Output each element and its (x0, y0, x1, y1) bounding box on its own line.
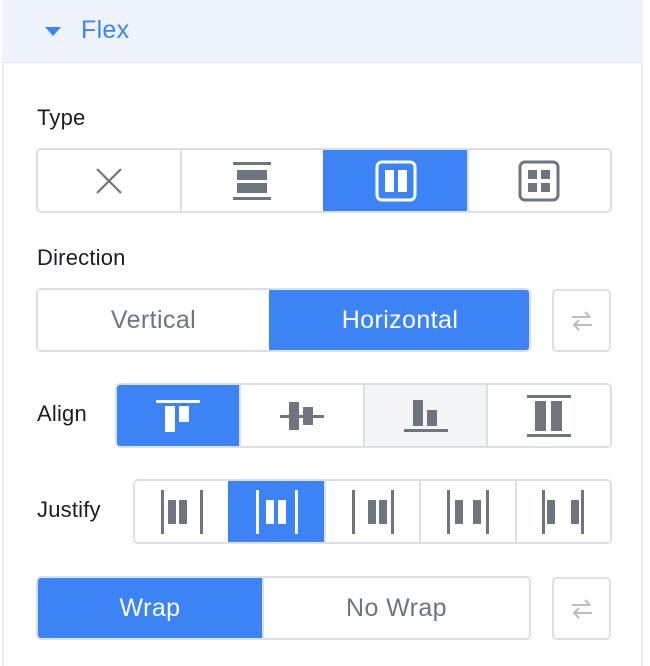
align-end-icon (403, 399, 448, 432)
direction-label: Direction (37, 245, 126, 270)
type-flex-button[interactable] (323, 150, 467, 211)
type-stack-button[interactable] (179, 150, 323, 211)
justify-start-button[interactable] (135, 481, 229, 542)
type-none-button[interactable] (38, 150, 180, 211)
align-label: Align (37, 401, 87, 426)
stack-rows-icon (233, 161, 272, 200)
align-end-button[interactable] (362, 385, 487, 446)
flex-columns-icon (375, 160, 417, 201)
wrap-button[interactable]: Wrap (38, 578, 262, 638)
no-wrap-button[interactable]: No Wrap (262, 578, 529, 638)
type-grid-button[interactable] (466, 150, 610, 211)
direction-horizontal-button[interactable]: Horizontal (269, 290, 529, 350)
type-segmented-control (36, 148, 612, 213)
justify-center-button[interactable] (228, 481, 324, 542)
swap-arrows-icon (571, 310, 592, 331)
align-stretch-icon (527, 394, 572, 437)
justify-center-icon (256, 489, 299, 534)
justify-label: Justify (37, 497, 101, 522)
swap-arrows-icon (571, 598, 592, 619)
justify-space-between-icon (446, 489, 489, 534)
justify-end-button[interactable] (323, 481, 420, 542)
justify-space-around-icon (542, 489, 585, 534)
align-start-icon (156, 399, 200, 432)
caret-down-icon[interactable] (45, 27, 61, 36)
align-segmented-control (115, 383, 612, 448)
align-stretch-button[interactable] (486, 385, 610, 446)
section-title: Flex (81, 16, 130, 44)
grid-icon (518, 160, 560, 201)
justify-end-icon (351, 489, 394, 534)
wrap-segmented-control: Wrap No Wrap (36, 576, 531, 640)
flex-section-header[interactable]: Flex (2, 0, 643, 63)
justify-space-between-button[interactable] (419, 481, 515, 542)
x-icon (95, 167, 122, 194)
align-center-icon (279, 401, 324, 430)
justify-start-icon (160, 489, 203, 534)
align-center-button[interactable] (239, 385, 363, 446)
direction-segmented-control: Vertical Horizontal (36, 288, 531, 352)
direction-reverse-button[interactable] (552, 289, 611, 352)
justify-segmented-control (133, 479, 612, 544)
direction-vertical-button[interactable]: Vertical (38, 290, 269, 350)
justify-space-around-button[interactable] (514, 481, 610, 542)
type-label: Type (37, 105, 86, 130)
align-start-button[interactable] (117, 385, 239, 446)
wrap-reverse-button[interactable] (552, 577, 611, 640)
